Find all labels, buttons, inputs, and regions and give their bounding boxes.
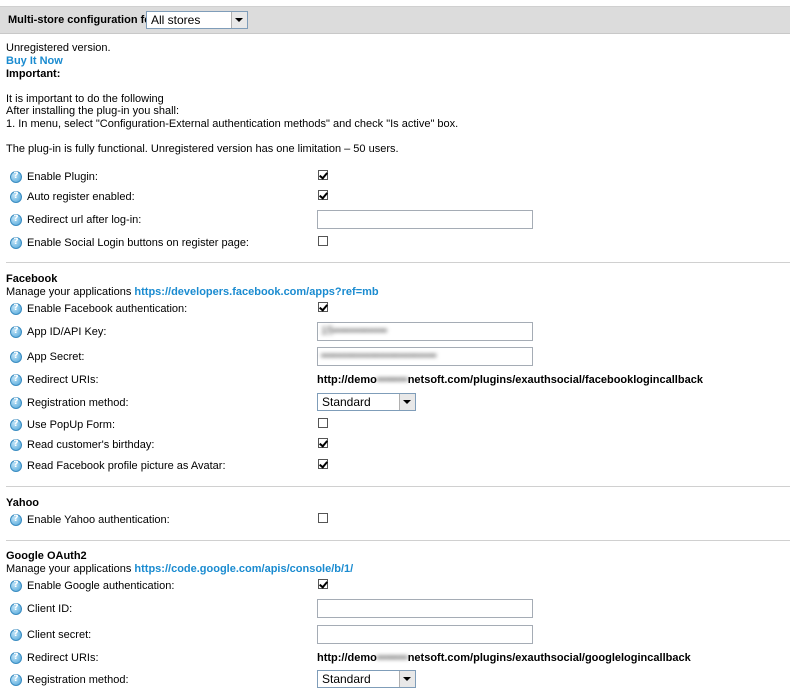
section-divider <box>6 540 790 541</box>
fb-app-secret-input[interactable]: •••••••••••••••••••••••••••••• <box>317 347 533 366</box>
google-console-link[interactable]: https://code.google.com/apis/console/b/1… <box>134 563 353 575</box>
google-registration-select[interactable]: Standard <box>317 670 416 688</box>
fb-app-id-value: 15•••••••••••••• <box>321 325 388 337</box>
fb-registration-value: Standard <box>322 395 371 409</box>
social-buttons-label: Enable Social Login buttons on register … <box>27 237 249 249</box>
store-config-bar: Multi-store configuration for All stores <box>0 6 790 34</box>
help-icon[interactable] <box>10 419 22 431</box>
help-icon[interactable] <box>10 514 22 526</box>
google-client-secret-label: Client secret: <box>27 629 92 641</box>
fb-enable-checkbox[interactable] <box>318 302 328 312</box>
google-registration-label: Registration method: <box>27 674 129 686</box>
google-heading: Google OAuth2 <box>6 550 87 562</box>
buy-now-link[interactable]: Buy It Now <box>6 55 63 67</box>
store-select-value: All stores <box>151 13 201 27</box>
fb-app-secret-label: App Secret: <box>27 351 85 363</box>
fb-birthday-checkbox[interactable] <box>318 438 328 448</box>
google-manage-line: Manage your applications https://code.go… <box>6 563 353 575</box>
facebook-apps-link[interactable]: https://developers.facebook.com/apps?ref… <box>134 286 378 298</box>
help-icon[interactable] <box>10 629 22 641</box>
fb-popup-checkbox[interactable] <box>318 418 328 428</box>
store-select[interactable]: All stores <box>146 11 248 29</box>
google-client-id-label: Client ID: <box>27 603 73 615</box>
fb-app-id-input[interactable]: 15•••••••••••••• <box>317 322 533 341</box>
yahoo-enable-label: Enable Yahoo authentication: <box>27 514 170 526</box>
help-icon[interactable] <box>10 214 22 226</box>
store-config-label: Multi-store configuration for <box>8 14 156 26</box>
help-icon[interactable] <box>10 237 22 249</box>
auto-register-label: Auto register enabled: <box>27 191 135 203</box>
fb-birthday-label: Read customer's birthday: <box>27 439 155 451</box>
auto-register-checkbox[interactable] <box>318 190 328 200</box>
help-icon[interactable] <box>10 303 22 315</box>
google-redirect-uri: http://demo••••••••netsoft.com/plugins/e… <box>317 652 691 664</box>
help-icon[interactable] <box>10 191 22 203</box>
fb-enable-label: Enable Facebook authentication: <box>27 303 188 315</box>
help-icon[interactable] <box>10 460 22 472</box>
fb-redirect-uri: http://demo••••••••netsoft.com/plugins/e… <box>317 374 703 386</box>
important-heading: Important: <box>6 68 61 80</box>
help-icon[interactable] <box>10 374 22 386</box>
redirect-url-input[interactable] <box>317 210 533 229</box>
google-registration-value: Standard <box>322 672 371 686</box>
enable-plugin-label: Enable Plugin: <box>27 171 98 183</box>
help-icon[interactable] <box>10 326 22 338</box>
fb-redirect-label: Redirect URIs: <box>27 374 99 386</box>
help-icon[interactable] <box>10 171 22 183</box>
help-icon[interactable] <box>10 351 22 363</box>
fb-app-id-label: App ID/API Key: <box>27 326 107 338</box>
help-icon[interactable] <box>10 439 22 451</box>
google-redirect-suffix: netsoft.com/plugins/exauthsocial/googlel… <box>407 652 691 664</box>
google-manage-text: Manage your applications <box>6 563 132 575</box>
facebook-manage-line: Manage your applications https://develop… <box>6 286 379 298</box>
fb-redirect-prefix: http://demo <box>317 374 377 386</box>
section-divider <box>6 262 790 263</box>
instruction-line-3: 1. In menu, select "Configuration-Extern… <box>6 118 459 130</box>
google-redirect-prefix: http://demo <box>317 652 377 664</box>
google-redirect-hidden: •••••••• <box>376 652 408 664</box>
social-buttons-checkbox[interactable] <box>318 236 328 246</box>
fb-redirect-hidden: •••••••• <box>376 374 408 386</box>
help-icon[interactable] <box>10 603 22 615</box>
section-divider <box>6 486 790 487</box>
fb-avatar-label: Read Facebook profile picture as Avatar: <box>27 460 226 472</box>
help-icon[interactable] <box>10 580 22 592</box>
yahoo-heading: Yahoo <box>6 497 40 509</box>
instruction-line-1: It is important to do the following <box>6 93 164 105</box>
google-client-secret-input[interactable] <box>317 625 533 644</box>
redirect-url-label: Redirect url after log-in: <box>27 214 142 226</box>
unregistered-text: Unregistered version. <box>6 42 111 54</box>
chevron-down-icon <box>399 394 415 410</box>
fb-registration-label: Registration method: <box>27 397 129 409</box>
google-enable-label: Enable Google authentication: <box>27 580 175 592</box>
fb-registration-select[interactable]: Standard <box>317 393 416 411</box>
help-icon[interactable] <box>10 652 22 664</box>
google-enable-checkbox[interactable] <box>318 579 328 589</box>
chevron-down-icon <box>231 12 247 28</box>
fb-popup-label: Use PopUp Form: <box>27 419 116 431</box>
fb-app-secret-value: •••••••••••••••••••••••••••••• <box>321 350 437 362</box>
help-icon[interactable] <box>10 397 22 409</box>
help-icon[interactable] <box>10 674 22 686</box>
limitation-text: The plug-in is fully functional. Unregis… <box>6 143 399 155</box>
instruction-line-2: After installing the plug-in you shall: <box>6 105 180 117</box>
chevron-down-icon <box>399 671 415 687</box>
fb-redirect-suffix: netsoft.com/plugins/exauthsocial/faceboo… <box>407 374 703 386</box>
fb-avatar-checkbox[interactable] <box>318 459 328 469</box>
enable-plugin-checkbox[interactable] <box>318 170 328 180</box>
yahoo-enable-checkbox[interactable] <box>318 513 328 523</box>
google-redirect-label: Redirect URIs: <box>27 652 99 664</box>
facebook-manage-text: Manage your applications <box>6 286 132 298</box>
google-client-id-input[interactable] <box>317 599 533 618</box>
facebook-heading: Facebook <box>6 273 58 285</box>
